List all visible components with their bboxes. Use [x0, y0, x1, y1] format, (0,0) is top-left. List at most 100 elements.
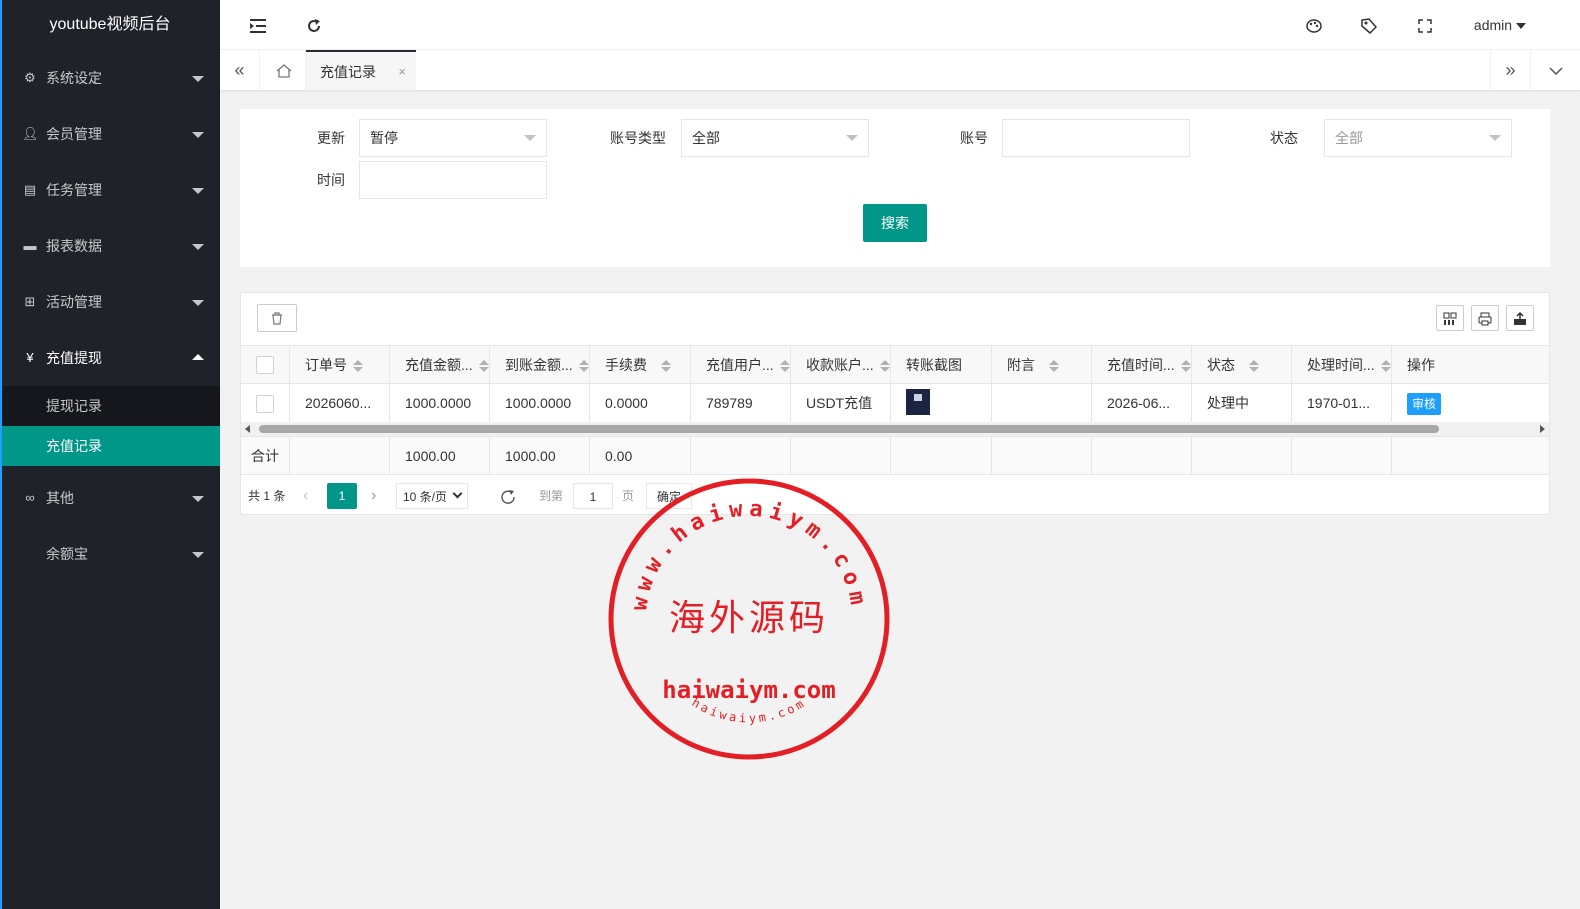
- goto-page-input[interactable]: 1: [573, 483, 613, 509]
- row-checkbox[interactable]: [256, 395, 274, 413]
- menu-fold-button[interactable]: [244, 0, 272, 50]
- column-header[interactable]: 附言: [992, 346, 1092, 383]
- time-cell: 2026-06...: [1092, 384, 1192, 422]
- amount-cell: 1000.0000: [390, 384, 490, 422]
- prev-page-button[interactable]: ‹: [303, 483, 308, 509]
- sidebar-item-activities[interactable]: ⊞ 活动管理: [0, 274, 220, 330]
- print-button[interactable]: [1471, 305, 1499, 331]
- sidebar-subitem-withdraw-records[interactable]: 提现记录: [0, 386, 220, 426]
- select-all-checkbox[interactable]: [256, 356, 274, 374]
- account-type-select[interactable]: 全部: [681, 119, 869, 157]
- tabs-scroll-left-button[interactable]: «: [220, 50, 260, 90]
- column-header[interactable]: 订单号: [290, 346, 390, 383]
- sidebar-item-tasks[interactable]: ▤ 任务管理: [0, 162, 220, 218]
- app-title[interactable]: youtube视频后台: [0, 0, 220, 50]
- account-input[interactable]: [1002, 119, 1190, 157]
- column-header-label: 附言: [1007, 357, 1035, 373]
- row-select-cell: [241, 384, 290, 422]
- refresh-button[interactable]: [300, 0, 328, 50]
- watermark-stamp: www.haiwaiym.com 海外源码 haiwaiym.com haiwa…: [608, 478, 890, 760]
- column-header[interactable]: 处理时间...: [1292, 346, 1392, 383]
- current-page[interactable]: 1: [327, 483, 357, 509]
- chevron-down-icon: [1548, 67, 1563, 76]
- theme-button[interactable]: [1300, 0, 1328, 50]
- update-select[interactable]: 暂停: [359, 119, 547, 157]
- double-chevron-right-icon: »: [1505, 60, 1516, 80]
- sort-icon[interactable]: [578, 359, 589, 373]
- tab-recharge-records[interactable]: 充值记录 ×: [306, 50, 416, 90]
- double-chevron-left-icon: «: [234, 60, 245, 80]
- sort-icon[interactable]: [1249, 359, 1259, 373]
- page-size-select[interactable]: 10 条/页: [396, 483, 468, 509]
- scroll-right-arrow-icon[interactable]: [1540, 425, 1545, 433]
- export-button[interactable]: [1506, 305, 1534, 331]
- tabs-menu-button[interactable]: [1530, 50, 1580, 90]
- update-label: 更新: [317, 130, 345, 146]
- account-type-label: 账号类型: [610, 130, 666, 146]
- sort-icon[interactable]: [478, 359, 489, 373]
- next-page-button[interactable]: ›: [371, 483, 376, 509]
- column-header[interactable]: 收款账户...: [791, 346, 891, 383]
- sort-icon[interactable]: [879, 359, 890, 373]
- delete-button[interactable]: [257, 304, 297, 332]
- caret-down-icon: [192, 244, 204, 250]
- search-button[interactable]: 搜索: [863, 204, 927, 242]
- sidebar-item-recharge-withdraw[interactable]: ¥ 充值提现: [0, 330, 220, 386]
- sidebar-item-label: 会员管理: [46, 126, 102, 142]
- goto-label: 到第: [539, 489, 564, 503]
- column-header[interactable]: 充值时间...: [1092, 346, 1192, 383]
- pager-refresh-button[interactable]: [499, 483, 517, 509]
- columns-button[interactable]: [1436, 305, 1464, 331]
- sidebar-item-label: 报表数据: [46, 238, 102, 254]
- audit-button[interactable]: 审核: [1407, 393, 1442, 415]
- sidebar-subitem-recharge-records[interactable]: 充值记录: [0, 426, 220, 466]
- sort-icon[interactable]: [1380, 359, 1391, 373]
- tabs-bar: « 充值记录 × »: [220, 50, 1580, 90]
- time-input[interactable]: [359, 161, 547, 199]
- scroll-left-arrow-icon[interactable]: [245, 425, 250, 433]
- horizontal-scrollbar[interactable]: [241, 422, 1549, 436]
- sidebar-item-other[interactable]: ∞ 其他: [0, 470, 220, 526]
- caret-down-icon: [192, 132, 204, 138]
- total-label: 合计: [241, 437, 290, 474]
- fullscreen-button[interactable]: [1411, 0, 1439, 50]
- goto-confirm-button[interactable]: 确定: [646, 483, 692, 509]
- status-select[interactable]: 全部: [1324, 119, 1512, 157]
- tabs-scroll-right-button[interactable]: »: [1490, 50, 1530, 90]
- sidebar-item-balance[interactable]: 余额宝: [0, 526, 220, 582]
- sort-icon[interactable]: [1049, 359, 1059, 373]
- column-header: 转账截图: [891, 346, 992, 383]
- total-count: 共 1 条: [248, 489, 286, 503]
- sidebar-item-system[interactable]: ⚙ 系统设定: [0, 50, 220, 106]
- transfer-screenshot-thumbnail[interactable]: [906, 389, 930, 415]
- sort-icon[interactable]: [779, 359, 790, 373]
- column-header-label: 操作: [1407, 357, 1435, 373]
- update-select-value: 暂停: [370, 130, 398, 146]
- sort-icon[interactable]: [353, 359, 363, 373]
- user-menu[interactable]: admin: [1460, 0, 1540, 50]
- menu-fold-icon: [250, 19, 266, 34]
- column-header[interactable]: 手续费: [590, 346, 691, 383]
- sort-icon[interactable]: [661, 359, 671, 373]
- tab-label: 充值记录: [320, 64, 376, 80]
- sidebar-item-reports[interactable]: ▬ 报表数据: [0, 218, 220, 274]
- caret-down-icon: [192, 76, 204, 82]
- scrollbar-thumb[interactable]: [259, 425, 1439, 433]
- sort-icon[interactable]: [1180, 359, 1191, 373]
- status-cell: 处理中: [1192, 384, 1292, 422]
- status-label: 状态: [1270, 130, 1298, 146]
- column-header[interactable]: 到账金额...: [490, 346, 590, 383]
- home-tab[interactable]: [262, 50, 306, 90]
- columns-icon: [1443, 312, 1457, 325]
- column-header[interactable]: 状态: [1192, 346, 1292, 383]
- close-icon[interactable]: ×: [398, 52, 406, 92]
- column-header[interactable]: 充值金额...: [390, 346, 490, 383]
- column-header[interactable]: 充值用户...: [691, 346, 791, 383]
- link-icon: ∞: [25, 490, 35, 505]
- tag-button[interactable]: [1355, 0, 1383, 50]
- sidebar-item-members[interactable]: 👤︎ 会员管理: [0, 106, 220, 162]
- action-cell: 审核: [1392, 384, 1549, 422]
- total-empty-cell: [891, 437, 992, 474]
- caret-up-icon: [192, 354, 204, 360]
- sidebar-item-label: 任务管理: [46, 182, 102, 198]
